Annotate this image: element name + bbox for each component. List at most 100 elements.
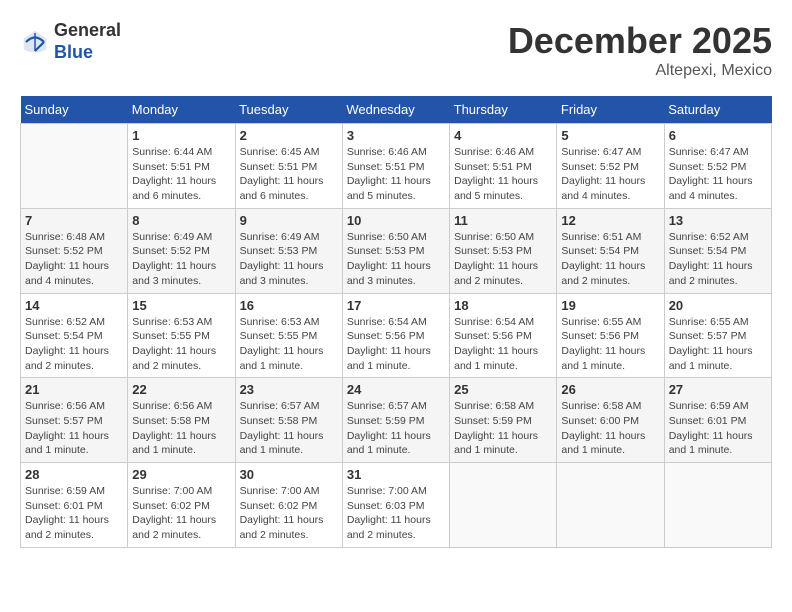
day-number: 15 xyxy=(132,298,230,313)
calendar-cell: 30Sunrise: 7:00 AMSunset: 6:02 PMDayligh… xyxy=(235,463,342,548)
weekday-header: Wednesday xyxy=(342,96,449,124)
weekday-header: Friday xyxy=(557,96,664,124)
day-number: 26 xyxy=(561,382,659,397)
day-info: Sunrise: 6:53 AMSunset: 5:55 PMDaylight:… xyxy=(132,315,230,374)
calendar-cell: 2 Sunrise: 6:45 AMSunset: 5:51 PMDaylight… xyxy=(235,124,342,209)
calendar-cell: 5 Sunrise: 6:47 AMSunset: 5:52 PMDaylight… xyxy=(557,124,664,209)
day-number: 13 xyxy=(669,213,767,228)
day-info: Sunrise: 6:55 AMSunset: 5:57 PMDaylight:… xyxy=(669,315,767,374)
day-number: 14 xyxy=(25,298,123,313)
day-info: Sunrise: 6:57 AMSunset: 5:59 PMDaylight:… xyxy=(347,399,445,458)
day-info: Sunrise: 6:58 AMSunset: 6:00 PMDaylight:… xyxy=(561,399,659,458)
day-number: 31 xyxy=(347,467,445,482)
day-number: 23 xyxy=(240,382,338,397)
calendar-header-row: SundayMondayTuesdayWednesdayThursdayFrid… xyxy=(21,96,772,124)
day-number: 29 xyxy=(132,467,230,482)
day-info: Sunrise: 6:51 AMSunset: 5:54 PMDaylight:… xyxy=(561,230,659,289)
weekday-header: Thursday xyxy=(450,96,557,124)
calendar-cell: 25 Sunrise: 6:58 AMSunset: 5:59 PMDayligh… xyxy=(450,378,557,463)
calendar-cell: 16Sunrise: 6:53 AMSunset: 5:55 PMDayligh… xyxy=(235,293,342,378)
calendar-cell xyxy=(21,124,128,209)
day-info: Sunrise: 6:54 AMSunset: 5:56 PMDaylight:… xyxy=(347,315,445,374)
calendar-cell: 20 Sunrise: 6:55 AMSunset: 5:57 PMDayligh… xyxy=(664,293,771,378)
day-number: 18 xyxy=(454,298,552,313)
logo-icon xyxy=(20,27,50,57)
calendar-cell: 3 Sunrise: 6:46 AMSunset: 5:51 PMDaylight… xyxy=(342,124,449,209)
day-info: Sunrise: 6:55 AMSunset: 5:56 PMDaylight:… xyxy=(561,315,659,374)
calendar-table: SundayMondayTuesdayWednesdayThursdayFrid… xyxy=(20,96,772,548)
day-number: 1 xyxy=(132,128,230,143)
calendar-cell: 11 Sunrise: 6:50 AMSunset: 5:53 PMDayligh… xyxy=(450,208,557,293)
day-number: 19 xyxy=(561,298,659,313)
calendar-cell: 28Sunrise: 6:59 AMSunset: 6:01 PMDayligh… xyxy=(21,463,128,548)
day-info: Sunrise: 6:52 AMSunset: 5:54 PMDaylight:… xyxy=(669,230,767,289)
logo-text: General Blue xyxy=(54,20,121,63)
calendar-cell: 9 Sunrise: 6:49 AMSunset: 5:53 PMDaylight… xyxy=(235,208,342,293)
calendar-cell: 23 Sunrise: 6:57 AMSunset: 5:58 PMDayligh… xyxy=(235,378,342,463)
day-info: Sunrise: 6:50 AMSunset: 5:53 PMDaylight:… xyxy=(454,230,552,289)
calendar-week-row: 7Sunrise: 6:48 AMSunset: 5:52 PMDaylight… xyxy=(21,208,772,293)
day-info: Sunrise: 6:56 AMSunset: 5:57 PMDaylight:… xyxy=(25,399,123,458)
calendar-cell: 12 Sunrise: 6:51 AMSunset: 5:54 PMDayligh… xyxy=(557,208,664,293)
day-info: Sunrise: 6:45 AMSunset: 5:51 PMDaylight:… xyxy=(240,145,338,204)
day-info: Sunrise: 6:57 AMSunset: 5:58 PMDaylight:… xyxy=(240,399,338,458)
calendar-cell: 8Sunrise: 6:49 AMSunset: 5:52 PMDaylight… xyxy=(128,208,235,293)
day-info: Sunrise: 6:59 AMSunset: 6:01 PMDaylight:… xyxy=(669,399,767,458)
logo-blue: Blue xyxy=(54,42,121,64)
calendar-cell: 24 Sunrise: 6:57 AMSunset: 5:59 PMDayligh… xyxy=(342,378,449,463)
day-number: 11 xyxy=(454,213,552,228)
day-info: Sunrise: 7:00 AMSunset: 6:03 PMDaylight:… xyxy=(347,484,445,543)
day-number: 3 xyxy=(347,128,445,143)
day-number: 10 xyxy=(347,213,445,228)
day-info: Sunrise: 6:49 AMSunset: 5:52 PMDaylight:… xyxy=(132,230,230,289)
day-number: 9 xyxy=(240,213,338,228)
day-info: Sunrise: 6:46 AMSunset: 5:51 PMDaylight:… xyxy=(347,145,445,204)
day-info: Sunrise: 6:49 AMSunset: 5:53 PMDaylight:… xyxy=(240,230,338,289)
calendar-cell: 15 Sunrise: 6:53 AMSunset: 5:55 PMDayligh… xyxy=(128,293,235,378)
calendar-cell: 22Sunrise: 6:56 AMSunset: 5:58 PMDayligh… xyxy=(128,378,235,463)
day-number: 24 xyxy=(347,382,445,397)
day-number: 30 xyxy=(240,467,338,482)
day-number: 5 xyxy=(561,128,659,143)
day-number: 27 xyxy=(669,382,767,397)
day-info: Sunrise: 6:52 AMSunset: 5:54 PMDaylight:… xyxy=(25,315,123,374)
calendar-cell: 7Sunrise: 6:48 AMSunset: 5:52 PMDaylight… xyxy=(21,208,128,293)
calendar-cell: 4 Sunrise: 6:46 AMSunset: 5:51 PMDaylight… xyxy=(450,124,557,209)
location: Altepexi, Mexico xyxy=(508,62,772,80)
calendar-cell: 18 Sunrise: 6:54 AMSunset: 5:56 PMDayligh… xyxy=(450,293,557,378)
calendar-cell xyxy=(557,463,664,548)
calendar-cell: 14 Sunrise: 6:52 AMSunset: 5:54 PMDayligh… xyxy=(21,293,128,378)
logo-general: General xyxy=(54,20,121,42)
page-header: General Blue December 2025 Altepexi, Mex… xyxy=(20,20,772,80)
weekday-header: Monday xyxy=(128,96,235,124)
day-info: Sunrise: 6:59 AMSunset: 6:01 PMDaylight:… xyxy=(25,484,123,543)
title-section: December 2025 Altepexi, Mexico xyxy=(508,20,772,80)
day-info: Sunrise: 7:00 AMSunset: 6:02 PMDaylight:… xyxy=(132,484,230,543)
day-number: 17 xyxy=(347,298,445,313)
calendar-cell: 26 Sunrise: 6:58 AMSunset: 6:00 PMDayligh… xyxy=(557,378,664,463)
calendar-cell: 19 Sunrise: 6:55 AMSunset: 5:56 PMDayligh… xyxy=(557,293,664,378)
day-number: 6 xyxy=(669,128,767,143)
calendar-cell: 6Sunrise: 6:47 AMSunset: 5:52 PMDaylight… xyxy=(664,124,771,209)
calendar-week-row: 14 Sunrise: 6:52 AMSunset: 5:54 PMDayligh… xyxy=(21,293,772,378)
day-number: 21 xyxy=(25,382,123,397)
day-info: Sunrise: 6:47 AMSunset: 5:52 PMDaylight:… xyxy=(561,145,659,204)
day-info: Sunrise: 6:56 AMSunset: 5:58 PMDaylight:… xyxy=(132,399,230,458)
calendar-cell: 17 Sunrise: 6:54 AMSunset: 5:56 PMDayligh… xyxy=(342,293,449,378)
day-info: Sunrise: 6:53 AMSunset: 5:55 PMDaylight:… xyxy=(240,315,338,374)
calendar-cell xyxy=(450,463,557,548)
day-number: 25 xyxy=(454,382,552,397)
day-number: 20 xyxy=(669,298,767,313)
day-info: Sunrise: 6:46 AMSunset: 5:51 PMDaylight:… xyxy=(454,145,552,204)
day-info: Sunrise: 6:58 AMSunset: 5:59 PMDaylight:… xyxy=(454,399,552,458)
calendar-cell: 27 Sunrise: 6:59 AMSunset: 6:01 PMDayligh… xyxy=(664,378,771,463)
calendar-cell: 10Sunrise: 6:50 AMSunset: 5:53 PMDayligh… xyxy=(342,208,449,293)
weekday-header: Sunday xyxy=(21,96,128,124)
calendar-cell xyxy=(664,463,771,548)
day-number: 12 xyxy=(561,213,659,228)
calendar-cell: 13 Sunrise: 6:52 AMSunset: 5:54 PMDayligh… xyxy=(664,208,771,293)
calendar-cell: 29 Sunrise: 7:00 AMSunset: 6:02 PMDayligh… xyxy=(128,463,235,548)
day-info: Sunrise: 6:54 AMSunset: 5:56 PMDaylight:… xyxy=(454,315,552,374)
day-number: 2 xyxy=(240,128,338,143)
day-number: 4 xyxy=(454,128,552,143)
